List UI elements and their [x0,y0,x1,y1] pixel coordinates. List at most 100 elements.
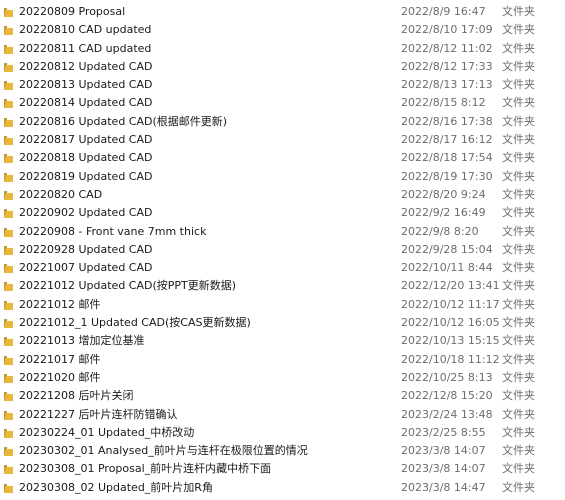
folder-name: 20220813 Updated CAD [19,78,153,92]
folder-name: 20221012 邮件 [19,297,101,311]
folder-icon [4,172,13,182]
modified-date: 2022/9/8 8:20 [401,224,479,238]
folder-name: 20221007 Updated CAD [19,261,153,275]
modified-date: 2022/8/18 17:54 [401,151,493,165]
modified-date: 2023/3/8 14:07 [401,462,486,476]
folder-name: 20220928 Updated CAD [19,242,153,256]
file-list: 20220809 Proposal 2022/8/9 16:47 文件夹 202208… [0,3,565,497]
item-type: 文件夹 [502,242,535,256]
folder-name: 20230308_01 Proposal_前叶片连杆内藏中桥下面 [19,462,272,476]
folder-name: 20221017 邮件 [19,352,101,366]
folder-row[interactable]: 20221012_1 Updated CAD(按CAS更新数据) 2022/10/… [0,314,565,332]
item-type: 文件夹 [502,187,535,201]
modified-date: 2023/3/8 14:07 [401,444,486,458]
modified-date: 2022/8/20 9:24 [401,187,486,201]
item-type: 文件夹 [502,370,535,384]
folder-name: 20230224_01 Updated_中桥改动 [19,425,195,439]
item-type: 文件夹 [502,279,535,293]
modified-date: 2022/9/28 15:04 [401,242,493,256]
modified-date: 2022/10/12 11:17 [401,297,500,311]
folder-row[interactable]: 20221012 邮件 2022/10/12 11:17 文件夹 [0,296,565,314]
folder-icon [4,154,13,164]
folder-icon [4,300,13,310]
folder-icon [4,99,13,109]
modified-date: 2022/10/13 15:15 [401,334,500,348]
folder-icon [4,44,13,54]
folder-name: 20220818 Updated CAD [19,151,153,165]
item-type: 文件夹 [502,444,535,458]
modified-date: 2022/10/25 8:13 [401,370,493,384]
folder-icon [4,319,13,329]
modified-date: 2023/3/8 14:47 [401,480,486,494]
item-type: 文件夹 [502,389,535,403]
item-type: 文件夹 [502,5,535,18]
modified-date: 2022/8/13 17:13 [401,78,493,92]
modified-date: 2023/2/24 13:48 [401,407,493,421]
folder-row[interactable]: 20220820 CAD 2022/8/20 9:24 文件夹 [0,186,565,204]
modified-date: 2022/8/15 8:12 [401,96,486,110]
folder-row[interactable]: 20220902 Updated CAD 2022/9/2 16:49 文件夹 [0,204,565,222]
folder-row[interactable]: 20220813 Updated CAD 2022/8/13 17:13 文件夹 [0,76,565,94]
folder-row[interactable]: 20220809 Proposal 2022/8/9 16:47 文件夹 [0,3,565,21]
folder-icon [4,209,13,219]
folder-icon [4,245,13,255]
folder-icon [4,282,13,292]
folder-row[interactable]: 20220819 Updated CAD 2022/8/19 17:30 文件夹 [0,168,565,186]
folder-row[interactable]: 20220817 Updated CAD 2022/8/17 16:12 文件夹 [0,131,565,149]
folder-name: 20221227 后叶片连杆防错确认 [19,407,178,421]
item-type: 文件夹 [502,352,535,366]
folder-row[interactable]: 20221208 后叶片关闭 2022/12/8 15:20 文件夹 [0,387,565,405]
modified-date: 2022/8/12 11:02 [401,41,493,55]
modified-date: 2022/9/2 16:49 [401,206,486,220]
folder-icon [4,81,13,91]
folder-icon [4,355,13,365]
folder-icon [4,392,13,402]
folder-name: 20230302_01 Analysed_前叶片与连杆在极限位置的情况 [19,444,308,458]
modified-date: 2022/10/11 8:44 [401,261,493,275]
folder-name: 20220817 Updated CAD [19,133,153,147]
folder-row[interactable]: 20220908 - Front vane 7mm thick 2022/9/8 … [0,223,565,241]
item-type: 文件夹 [502,316,535,330]
folder-row[interactable]: 20221020 邮件 2022/10/25 8:13 文件夹 [0,369,565,387]
folder-row[interactable]: 20220816 Updated CAD(根据邮件更新) 2022/8/16 17… [0,113,565,131]
item-type: 文件夹 [502,41,535,55]
folder-row[interactable]: 20220810 CAD updated 2022/8/10 17:09 文件夹 [0,21,565,39]
folder-icon [4,227,13,237]
folder-row[interactable]: 20221227 后叶片连杆防错确认 2023/2/24 13:48 文件夹 [0,406,565,424]
folder-name: 20220902 Updated CAD [19,206,153,220]
folder-row[interactable]: 20220928 Updated CAD 2022/9/28 15:04 文件夹 [0,241,565,259]
folder-icon [4,410,13,420]
modified-date: 2022/12/8 15:20 [401,389,493,403]
folder-row[interactable]: 20221007 Updated CAD 2022/10/11 8:44 文件夹 [0,259,565,277]
folder-name: 20220814 Updated CAD [19,96,153,110]
folder-row[interactable]: 20221017 邮件 2022/10/18 11:12 文件夹 [0,351,565,369]
item-type: 文件夹 [502,169,535,183]
folder-name: 20220820 CAD [19,187,103,201]
item-type: 文件夹 [502,462,535,476]
folder-row[interactable]: 20220811 CAD updated 2022/8/12 11:02 文件夹 [0,40,565,58]
modified-date: 2023/2/25 8:55 [401,425,486,439]
folder-row[interactable]: 20220812 Updated CAD 2022/8/12 17:33 文件夹 [0,58,565,76]
folder-row[interactable]: 20221013 增加定位基准 2022/10/13 15:15 文件夹 [0,332,565,350]
folder-row[interactable]: 20220814 Updated CAD 2022/8/15 8:12 文件夹 [0,94,565,112]
folder-name: 20221020 邮件 [19,370,101,384]
item-type: 文件夹 [502,114,535,128]
folder-name: 20221013 增加定位基准 [19,334,145,348]
folder-row[interactable]: 20230302_01 Analysed_前叶片与连杆在极限位置的情况 2023/… [0,442,565,460]
item-type: 文件夹 [502,206,535,220]
folder-row[interactable]: 20221012 Updated CAD(按PPT更新数据) 2022/12/20… [0,277,565,295]
folder-name: 20220908 - Front vane 7mm thick [19,224,207,238]
folder-name: 20220810 CAD updated [19,23,152,37]
folder-row[interactable]: 20230308_01 Proposal_前叶片连杆内藏中桥下面 2023/3/8… [0,460,565,478]
folder-row[interactable]: 20230308_02 Updated_前叶片加R角 2023/3/8 14:47… [0,479,565,497]
modified-date: 2022/8/10 17:09 [401,23,493,37]
folder-name: 20230308_02 Updated_前叶片加R角 [19,480,213,494]
folder-row[interactable]: 20220818 Updated CAD 2022/8/18 17:54 文件夹 [0,149,565,167]
item-type: 文件夹 [502,297,535,311]
folder-name: 20221012 Updated CAD(按PPT更新数据) [19,279,237,293]
folder-icon [4,62,13,72]
modified-date: 2022/10/12 16:05 [401,316,500,330]
folder-row[interactable]: 20230224_01 Updated_中桥改动 2023/2/25 8:55 文件… [0,424,565,442]
modified-date: 2022/12/20 13:41 [401,279,500,293]
folder-name: 20221208 后叶片关闭 [19,389,134,403]
